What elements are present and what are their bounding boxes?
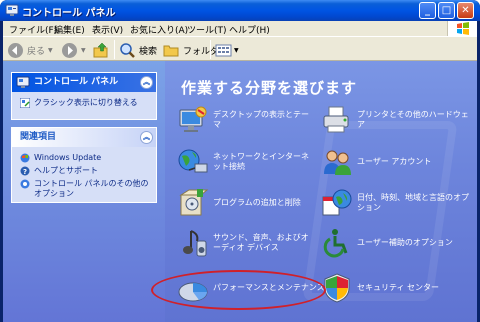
- search-button[interactable]: 検索: [119, 41, 157, 59]
- control-panel-section-header[interactable]: コントロール パネル ︽: [12, 73, 156, 92]
- toolbar-separator: [210, 40, 211, 59]
- close-button[interactable]: ✕: [457, 2, 474, 19]
- control-panel-icon: [16, 76, 30, 88]
- category-date-time-region[interactable]: 日付、時刻、地域と言語のオプション: [321, 187, 471, 219]
- category-accessibility[interactable]: ユーザー補助のオプション: [321, 227, 471, 259]
- category-printers-hardware[interactable]: プリンタとその他のハードウェア: [321, 104, 471, 136]
- category-desktop-themes[interactable]: デスクトップの表示とテーマ: [177, 104, 315, 136]
- category-label: プリンタとその他のハードウェア: [357, 110, 469, 129]
- category-sound-audio[interactable]: サウンド、音声、およびオーディオ デバイス: [177, 227, 315, 259]
- windows-update-icon: [20, 153, 30, 163]
- help-icon: ?: [20, 166, 30, 176]
- help-support-link[interactable]: ? ヘルプとサポート: [20, 166, 150, 176]
- category-label: ユーザー補助のオプション: [357, 238, 453, 247]
- title-bar[interactable]: コントロール パネル _ □ ✕: [0, 0, 480, 21]
- search-label: 検索: [139, 46, 158, 57]
- users-icon: [324, 150, 351, 175]
- highlight-annotation: [151, 270, 326, 310]
- back-label: 戻る: [27, 46, 46, 57]
- control-panel-window: コントロール パネル _ □ ✕ ファイル(F) 編集(E) 表示(V) お気に…: [0, 0, 480, 322]
- menu-favorites[interactable]: お気に入り(A): [130, 23, 188, 36]
- related-topics-header[interactable]: 関連項目 ︽: [12, 128, 156, 147]
- collapse-chevron-icon[interactable]: ︽: [140, 131, 153, 144]
- back-arrow-icon: [8, 42, 23, 58]
- category-security-center[interactable]: セキュリティ センター: [321, 272, 471, 304]
- related-topics-section: 関連項目 ︽ Windows Update ? ヘルプとサポート コントロール …: [11, 127, 157, 203]
- svg-text:?: ?: [23, 168, 27, 176]
- control-panel-section-title: コントロール パネル: [34, 77, 119, 87]
- menu-file[interactable]: ファイル(F): [9, 23, 57, 36]
- toolbar-separator: [114, 40, 115, 59]
- folders-icon: [163, 45, 179, 56]
- control-panel-icon: [5, 4, 19, 16]
- back-button[interactable]: 戻る ▼: [7, 41, 53, 59]
- toolbar: 戻る ▼ ▼ 検索 フォルダ ▼: [3, 36, 477, 61]
- printer-icon: [323, 106, 349, 133]
- maximize-button[interactable]: □: [438, 2, 455, 19]
- minimize-button[interactable]: _: [419, 2, 436, 19]
- switch-classic-view-link[interactable]: クラシック表示に切り替える: [20, 98, 150, 108]
- menu-view[interactable]: 表示(V): [92, 23, 123, 36]
- category-label: ユーザー アカウント: [357, 157, 432, 166]
- forward-dropdown-icon: ▼: [81, 46, 86, 54]
- desktop-icon: [179, 106, 207, 132]
- menu-tools[interactable]: ツール(T): [187, 23, 227, 36]
- category-label: ネットワークとインターネット接続: [213, 152, 309, 171]
- category-network-internet[interactable]: ネットワークとインターネット接続: [177, 146, 315, 178]
- collapse-chevron-icon[interactable]: ︽: [140, 76, 153, 89]
- up-folder-button[interactable]: [93, 41, 110, 59]
- category-label: プログラムの追加と削除: [213, 198, 301, 207]
- classic-view-icon: [20, 98, 30, 108]
- forward-arrow-icon: [62, 42, 77, 58]
- up-folder-icon: [93, 42, 108, 57]
- menu-help[interactable]: ヘルプ(H): [229, 23, 270, 36]
- search-icon: [120, 42, 135, 58]
- sound-icon: [183, 230, 207, 257]
- category-user-accounts[interactable]: ユーザー アカウント: [321, 146, 471, 178]
- network-icon: [178, 149, 208, 173]
- category-label: セキュリティ センター: [357, 283, 440, 292]
- views-dropdown-icon: ▼: [234, 46, 239, 54]
- back-dropdown-icon: ▼: [48, 46, 53, 54]
- windows-update-link[interactable]: Windows Update: [20, 153, 150, 163]
- accessibility-icon: [323, 229, 348, 258]
- folders-label: フォルダ: [183, 46, 220, 57]
- menu-bar: ファイル(F) 編集(E) 表示(V) お気に入り(A) ツール(T) ヘルプ(…: [3, 21, 477, 36]
- task-pane: コントロール パネル ︽ クラシック表示に切り替える 関連項目 ︽ Window…: [3, 61, 165, 322]
- forward-button[interactable]: ▼: [61, 41, 86, 59]
- related-topics-title: 関連項目: [20, 132, 57, 142]
- more-options-link[interactable]: コントロール パネルのその他のオプション: [20, 179, 150, 199]
- views-button[interactable]: ▼: [215, 41, 239, 59]
- windows-logo-icon: [447, 21, 477, 36]
- control-panel-section: コントロール パネル ︽ クラシック表示に切り替える: [11, 72, 157, 120]
- window-title: コントロール パネル: [22, 8, 116, 19]
- datetime-icon: [322, 189, 352, 216]
- options-icon: [20, 179, 30, 189]
- category-label: サウンド、音声、およびオーディオ デバイス: [213, 233, 309, 252]
- menu-edit[interactable]: 編集(E): [54, 23, 85, 36]
- category-add-remove-programs[interactable]: プログラムの追加と削除: [177, 187, 315, 219]
- page-title: 作業する分野を選びます: [181, 79, 358, 97]
- category-label: デスクトップの表示とテーマ: [213, 110, 309, 129]
- programs-icon: [179, 189, 209, 216]
- category-label: 日付、時刻、地域と言語のオプション: [357, 193, 469, 212]
- views-icon: [215, 44, 232, 56]
